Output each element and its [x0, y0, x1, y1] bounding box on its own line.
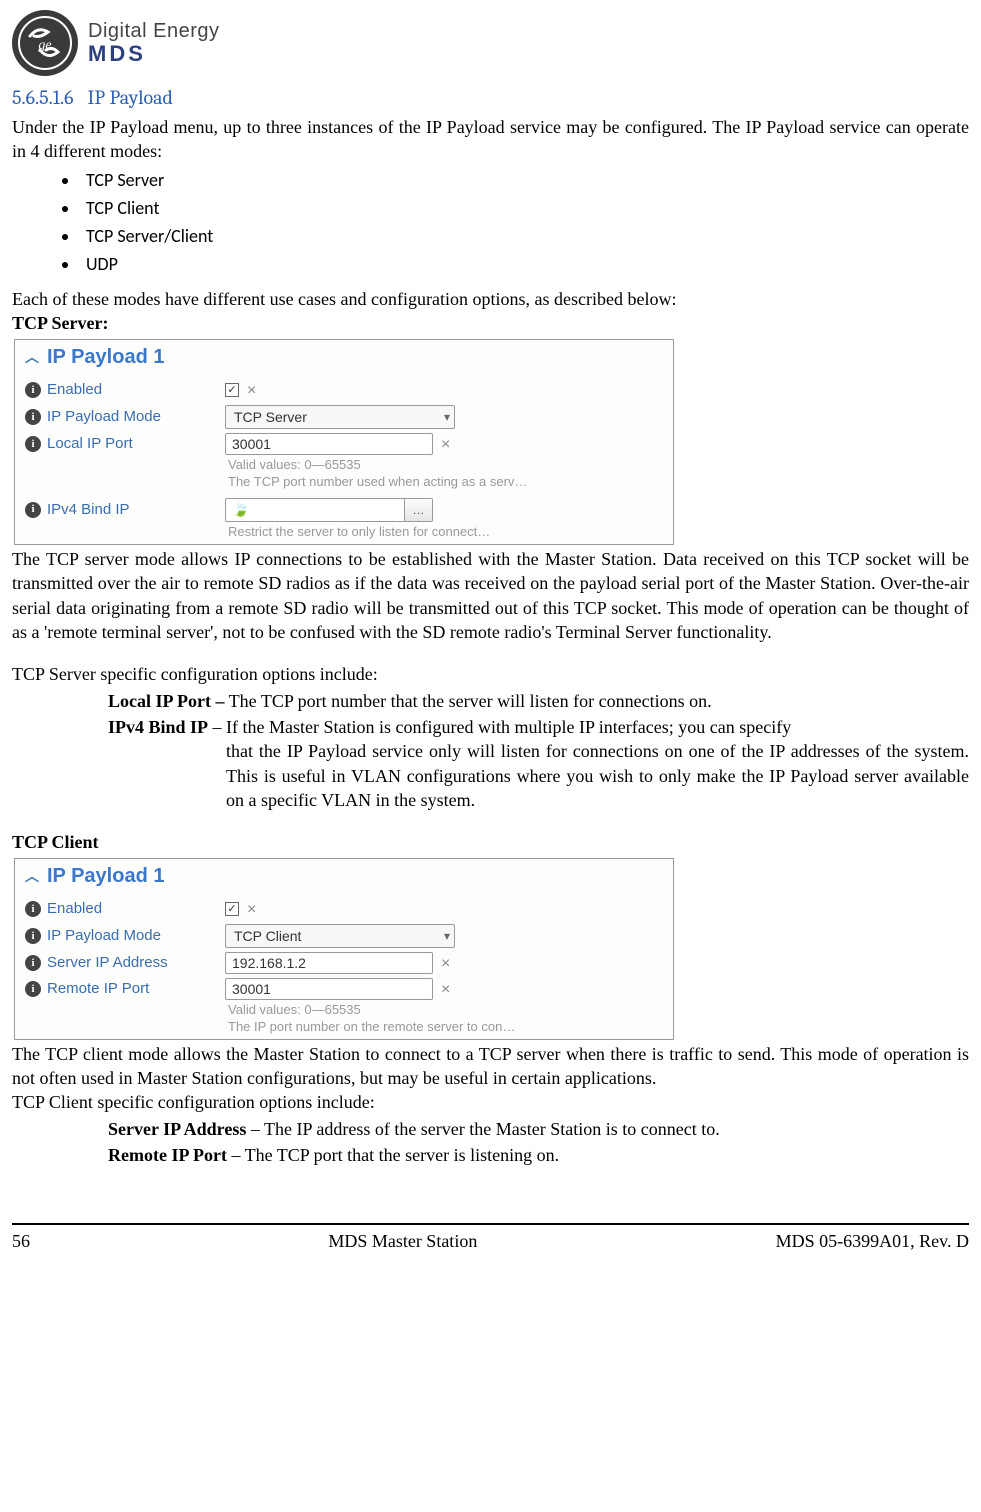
definition-item: Local IP Port – The TCP port number that…	[108, 689, 969, 713]
panel-title: IP Payload 1	[47, 344, 164, 371]
collapse-icon[interactable]: ︿	[25, 867, 39, 886]
info-icon[interactable]: i	[25, 382, 41, 398]
def-desc: that the IP Payload service only will li…	[108, 739, 969, 812]
def-label: Local IP Port –	[108, 691, 224, 711]
def-label: Remote IP Port	[108, 1145, 227, 1165]
ge-logo-icon: ge	[12, 10, 78, 76]
browse-button[interactable]: …	[404, 499, 432, 521]
info-icon[interactable]: i	[25, 901, 41, 917]
svg-text:ge: ge	[38, 38, 51, 53]
server-ip-label: Server IP Address	[47, 953, 168, 973]
info-icon[interactable]: i	[25, 955, 41, 971]
info-icon[interactable]: i	[25, 436, 41, 452]
server-ip-input[interactable]: 192.168.1.2	[225, 952, 433, 974]
section-title: IP Payload	[88, 86, 173, 109]
section-heading: 5.6.5.1.6 IP Payload	[12, 84, 969, 111]
hint-text: Restrict the server to only listen for c…	[15, 524, 673, 540]
footer-center: MDS Master Station	[328, 1229, 477, 1253]
mode-label: IP Payload Mode	[47, 926, 161, 946]
mode-value: TCP Server	[234, 408, 307, 427]
clear-icon[interactable]: ×	[441, 953, 450, 975]
bind-ip-label: IPv4 Bind IP	[47, 500, 130, 520]
list-item: TCP Server/Client	[80, 224, 969, 248]
remote-port-label: Remote IP Port	[47, 979, 149, 999]
logo-text: Digital Energy MDS	[88, 20, 220, 66]
clear-icon[interactable]: ×	[247, 899, 256, 921]
info-icon[interactable]: i	[25, 928, 41, 944]
def-label: IPv4 Bind IP	[108, 717, 208, 737]
remote-port-input[interactable]: 30001	[225, 978, 433, 1000]
bind-ip-input[interactable]: 🍃 …	[225, 498, 433, 522]
hint-text: The IP port number on the remote server …	[15, 1019, 673, 1035]
def-desc: The TCP port number that the server will…	[229, 691, 712, 711]
list-item: TCP Client	[80, 196, 969, 220]
mode-select[interactable]: TCP Client ▾	[225, 924, 455, 948]
def-desc: – The TCP port that the server is listen…	[231, 1145, 559, 1165]
modes-note: Each of these modes have different use c…	[12, 287, 969, 311]
logo-brand: Digital Energy	[88, 20, 220, 42]
definition-item: IPv4 Bind IP – If the Master Station is …	[108, 715, 969, 812]
tcp-server-desc: The TCP server mode allows IP connection…	[12, 547, 969, 644]
collapse-icon[interactable]: ︿	[25, 348, 39, 367]
enabled-label: Enabled	[47, 899, 102, 919]
tcp-server-heading: TCP Server:	[12, 311, 969, 335]
tcp-client-desc: The TCP client mode allows the Master St…	[12, 1042, 969, 1091]
footer-right: MDS 05-6399A01, Rev. D	[776, 1229, 969, 1253]
mode-label: IP Payload Mode	[47, 407, 161, 427]
hint-text: Valid values: 0—65535	[15, 1002, 673, 1018]
clear-icon[interactable]: ×	[441, 979, 450, 1001]
definition-item: Remote IP Port – The TCP port that the s…	[108, 1143, 969, 1167]
leaf-icon: 🍃	[232, 500, 249, 519]
list-item: UDP	[80, 252, 969, 276]
panel-title: IP Payload 1	[47, 863, 164, 890]
ip-payload-client-panel: ︿ IP Payload 1 i Enabled ✓ × i IP Payloa…	[14, 858, 674, 1040]
info-icon[interactable]: i	[25, 502, 41, 518]
mode-value: TCP Client	[234, 927, 301, 946]
def-desc: – The IP address of the server the Maste…	[251, 1119, 720, 1139]
modes-list: TCP Server TCP Client TCP Server/Client …	[64, 168, 969, 277]
tcp-client-heading: TCP Client	[12, 830, 969, 854]
list-item: TCP Server	[80, 168, 969, 192]
info-icon[interactable]: i	[25, 409, 41, 425]
intro-text: Under the IP Payload menu, up to three i…	[12, 115, 969, 164]
tcp-server-options-intro: TCP Server specific configuration option…	[12, 662, 969, 686]
header-logo: ge Digital Energy MDS	[12, 10, 969, 76]
logo-sub: MDS	[88, 42, 220, 66]
panel-header[interactable]: ︿ IP Payload 1	[15, 340, 673, 377]
dropdown-icon: ▾	[444, 928, 450, 944]
tcp-client-options-intro: TCP Client specific configuration option…	[12, 1090, 969, 1114]
enabled-label: Enabled	[47, 380, 102, 400]
local-port-input[interactable]: 30001	[225, 433, 433, 455]
info-icon[interactable]: i	[25, 981, 41, 997]
page-footer: 56 MDS Master Station MDS 05-6399A01, Re…	[12, 1227, 969, 1253]
clear-icon[interactable]: ×	[247, 380, 256, 402]
hint-text: Valid values: 0—65535	[15, 457, 673, 473]
footer-divider	[12, 1223, 969, 1225]
dropdown-icon: ▾	[444, 409, 450, 425]
definition-item: Server IP Address – The IP address of th…	[108, 1117, 969, 1141]
section-number: 5.6.5.1.6	[12, 86, 74, 109]
mode-select[interactable]: TCP Server ▾	[225, 405, 455, 429]
panel-header[interactable]: ︿ IP Payload 1	[15, 859, 673, 896]
enabled-checkbox[interactable]: ✓	[225, 902, 239, 916]
def-label: Server IP Address	[108, 1119, 246, 1139]
enabled-checkbox[interactable]: ✓	[225, 383, 239, 397]
local-port-label: Local IP Port	[47, 434, 133, 454]
clear-icon[interactable]: ×	[441, 434, 450, 456]
footer-page: 56	[12, 1229, 30, 1253]
ip-payload-server-panel: ︿ IP Payload 1 i Enabled ✓ × i IP Payloa…	[14, 339, 674, 545]
hint-text: The TCP port number used when acting as …	[15, 474, 673, 490]
